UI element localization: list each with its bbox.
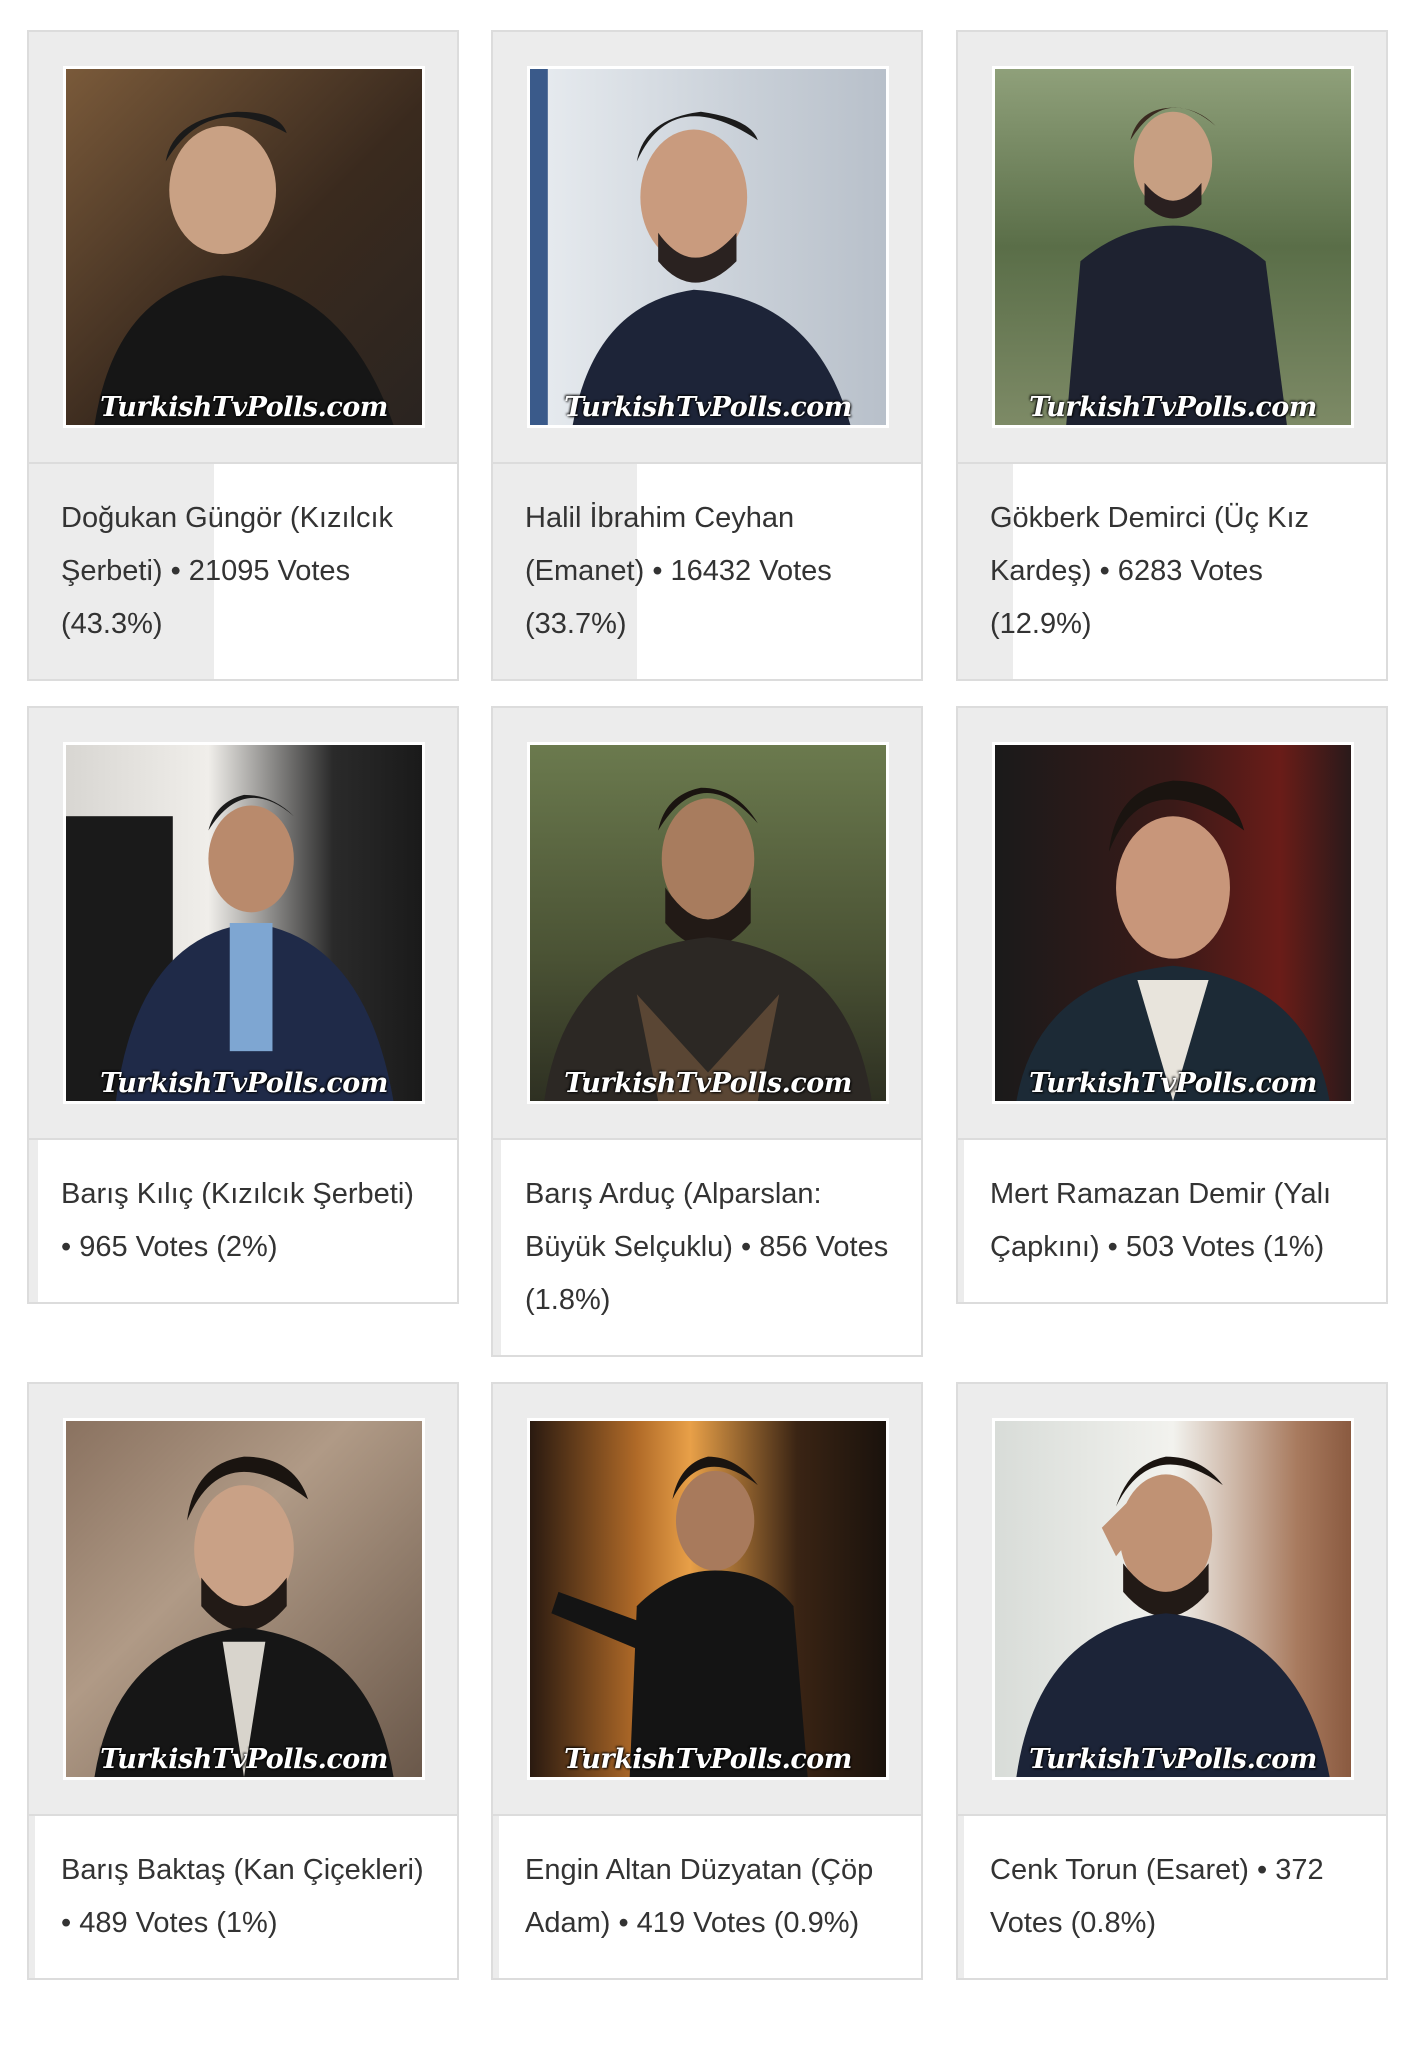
candidate-photo: TurkishTvPolls.com <box>527 1418 889 1780</box>
candidate-photo-frame: TurkishTvPolls.com <box>493 1384 921 1816</box>
candidate-card[interactable]: TurkishTvPolls.com Halil İbrahim Ceyhan … <box>491 30 923 681</box>
vote-share-bar <box>958 1140 964 1302</box>
candidate-photo: TurkishTvPolls.com <box>63 742 425 1104</box>
candidate-caption: Cenk Torun (Esaret) • 372 Votes (0.8%) <box>990 1854 1324 1939</box>
candidate-caption: Halil İbrahim Ceyhan (Emanet) • 16432 Vo… <box>525 502 832 640</box>
poll-results-grid: TurkishTvPolls.com Doğukan Güngör (Kızıl… <box>0 0 1415 2048</box>
candidate-result: Engin Altan Düzyatan (Çöp Adam) • 419 Vo… <box>493 1816 921 1978</box>
candidate-card[interactable]: TurkishTvPolls.com Barış Arduç (Alparsla… <box>491 706 923 1357</box>
watermark-text: TurkishTvPolls.com <box>1029 1068 1317 1099</box>
watermark-text: TurkishTvPolls.com <box>564 1068 852 1099</box>
vote-share-bar <box>29 1816 35 1978</box>
candidate-caption: Barış Arduç (Alparslan: Büyük Selçuklu) … <box>525 1178 889 1316</box>
candidate-photo: TurkishTvPolls.com <box>992 66 1354 428</box>
vote-share-bar <box>958 1816 964 1978</box>
watermark-text: TurkishTvPolls.com <box>1029 1744 1317 1775</box>
candidate-photo-frame: TurkishTvPolls.com <box>958 32 1386 464</box>
candidate-photo-frame: TurkishTvPolls.com <box>493 708 921 1140</box>
candidate-result: Mert Ramazan Demir (Yalı Çapkını) • 503 … <box>958 1140 1386 1302</box>
candidate-caption: Engin Altan Düzyatan (Çöp Adam) • 419 Vo… <box>525 1854 874 1939</box>
vote-share-bar <box>29 1140 38 1302</box>
watermark-text: TurkishTvPolls.com <box>100 1744 388 1775</box>
watermark-text: TurkishTvPolls.com <box>1029 392 1317 423</box>
candidate-card[interactable]: TurkishTvPolls.com Barış Baktaş (Kan Çiç… <box>27 1382 459 1980</box>
candidate-photo: TurkishTvPolls.com <box>992 1418 1354 1780</box>
candidate-photo-frame: TurkishTvPolls.com <box>958 708 1386 1140</box>
candidate-result: Barış Baktaş (Kan Çiçekleri) • 489 Votes… <box>29 1816 457 1978</box>
watermark-text: TurkishTvPolls.com <box>564 1744 852 1775</box>
candidate-photo-frame: TurkishTvPolls.com <box>29 708 457 1140</box>
candidate-caption: Mert Ramazan Demir (Yalı Çapkını) • 503 … <box>990 1178 1332 1263</box>
candidate-result: Barış Arduç (Alparslan: Büyük Selçuklu) … <box>493 1140 921 1355</box>
candidate-result: Gökberk Demirci (Üç Kız Kardeş) • 6283 V… <box>958 464 1386 679</box>
candidate-photo-frame: TurkishTvPolls.com <box>958 1384 1386 1816</box>
candidate-photo: TurkishTvPolls.com <box>527 742 889 1104</box>
watermark-text: TurkishTvPolls.com <box>100 1068 388 1099</box>
candidate-photo: TurkishTvPolls.com <box>63 1418 425 1780</box>
candidate-card[interactable]: TurkishTvPolls.com Gökberk Demirci (Üç K… <box>956 30 1388 681</box>
candidate-photo-frame: TurkishTvPolls.com <box>29 32 457 464</box>
candidate-caption: Barış Kılıç (Kızılcık Şerbeti) • 965 Vot… <box>61 1178 414 1263</box>
candidate-result: Halil İbrahim Ceyhan (Emanet) • 16432 Vo… <box>493 464 921 679</box>
vote-share-bar <box>493 1816 499 1978</box>
candidate-card[interactable]: TurkishTvPolls.com Engin Altan Düzyatan … <box>491 1382 923 1980</box>
watermark-text: TurkishTvPolls.com <box>100 392 388 423</box>
candidate-result: Barış Kılıç (Kızılcık Şerbeti) • 965 Vot… <box>29 1140 457 1302</box>
candidate-card[interactable]: TurkishTvPolls.com Mert Ramazan Demir (Y… <box>956 706 1388 1304</box>
candidate-card[interactable]: TurkishTvPolls.com Doğukan Güngör (Kızıl… <box>27 30 459 681</box>
candidate-photo: TurkishTvPolls.com <box>527 66 889 428</box>
candidate-caption: Gökberk Demirci (Üç Kız Kardeş) • 6283 V… <box>990 502 1310 640</box>
candidate-caption: Barış Baktaş (Kan Çiçekleri) • 489 Votes… <box>61 1854 424 1939</box>
candidate-photo-frame: TurkishTvPolls.com <box>29 1384 457 1816</box>
watermark-text: TurkishTvPolls.com <box>564 392 852 423</box>
candidate-result: Doğukan Güngör (Kızılcık Şerbeti) • 2109… <box>29 464 457 679</box>
candidate-photo: TurkishTvPolls.com <box>63 66 425 428</box>
candidate-caption: Doğukan Güngör (Kızılcık Şerbeti) • 2109… <box>61 502 394 640</box>
candidate-result: Cenk Torun (Esaret) • 372 Votes (0.8%) <box>958 1816 1386 1978</box>
candidate-card[interactable]: TurkishTvPolls.com Cenk Torun (Esaret) •… <box>956 1382 1388 1980</box>
vote-share-bar <box>493 1140 501 1355</box>
candidate-photo-frame: TurkishTvPolls.com <box>493 32 921 464</box>
candidate-card[interactable]: TurkishTvPolls.com Barış Kılıç (Kızılcık… <box>27 706 459 1304</box>
candidate-photo: TurkishTvPolls.com <box>992 742 1354 1104</box>
